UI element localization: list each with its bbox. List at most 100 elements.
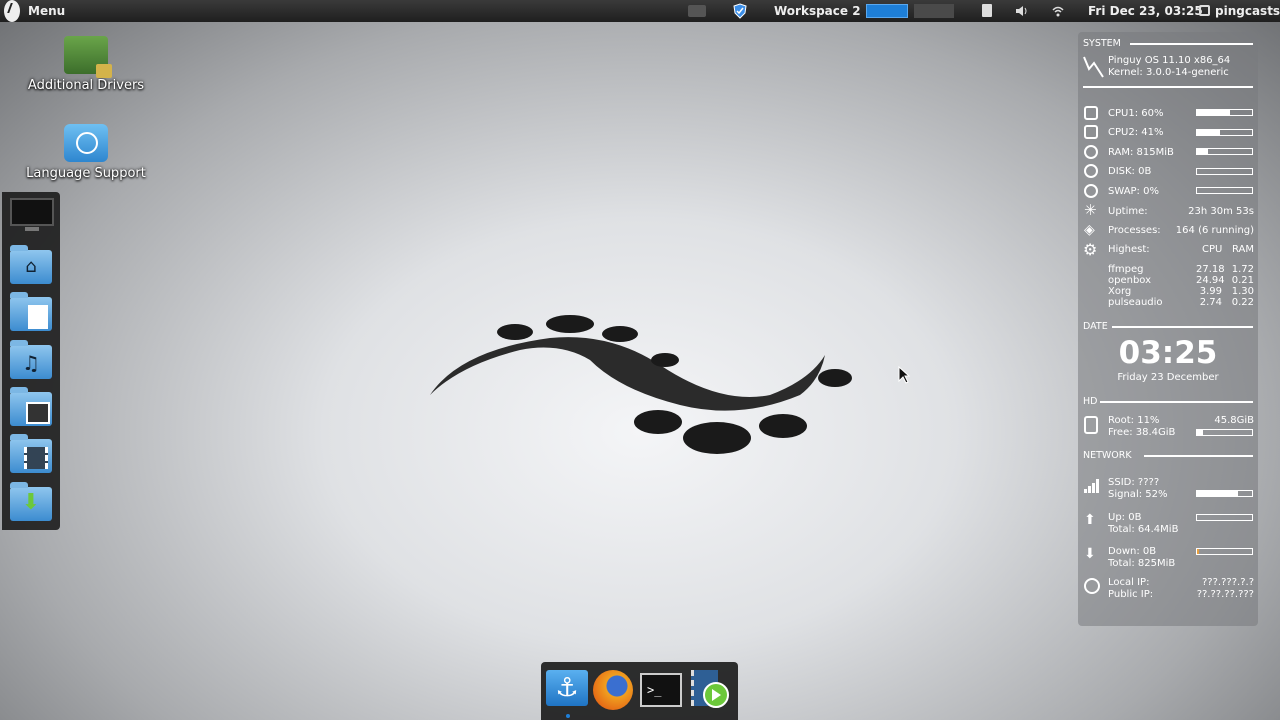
processes-label: Processes:: [1108, 225, 1161, 236]
divider: [1100, 401, 1253, 403]
public-ip-label: Public IP:: [1108, 589, 1154, 600]
media-player-icon[interactable]: [691, 670, 733, 710]
download-speed: Down: 0B: [1108, 546, 1157, 557]
username[interactable]: pingcasts: [1215, 0, 1280, 22]
process-ram: 1.30: [1231, 286, 1254, 297]
drivers-icon: [64, 36, 112, 78]
terminal-icon[interactable]: >_: [640, 670, 682, 710]
process-ram: 1.72: [1231, 264, 1254, 275]
wifi-icon[interactable]: [1051, 4, 1065, 18]
process-ram: 0.21: [1231, 275, 1254, 286]
process-cpu: 2.74: [1199, 297, 1222, 308]
system-graph-icon: [1083, 56, 1104, 78]
desktop-icon-additional-drivers[interactable]: Additional Drivers: [26, 36, 146, 93]
mouse-cursor: [898, 366, 910, 384]
hd-root-label: Root: 11%: [1108, 415, 1160, 426]
upload-bar: [1196, 514, 1253, 521]
kernel-version: Kernel: 3.0.0-14-generic: [1108, 67, 1229, 78]
divider: [1083, 86, 1253, 88]
uptime-icon: ✳: [1084, 201, 1097, 219]
workspace-other-switch[interactable]: [914, 4, 954, 18]
processes-value: 164 (6 running): [1175, 225, 1254, 236]
ram-icon: [1084, 145, 1098, 159]
chat-icon[interactable]: [1199, 5, 1210, 16]
cpu1-label: CPU1: 60%: [1108, 108, 1164, 119]
uptime-value: 23h 30m 53s: [1188, 206, 1254, 217]
shield-icon[interactable]: [732, 3, 748, 19]
process-ram: 0.22: [1231, 297, 1254, 308]
clipboard-icon[interactable]: [982, 4, 992, 17]
section-system-header: SYSTEM: [1083, 38, 1121, 49]
hard-drive-icon: [1084, 416, 1098, 434]
swap-bar: [1196, 187, 1253, 194]
menu-logo-icon[interactable]: [4, 0, 20, 22]
upload-speed: Up: 0B: [1108, 512, 1142, 523]
signal-bar: [1196, 490, 1253, 497]
highest-ram-header: RAM: [1231, 244, 1254, 255]
local-ip-label: Local IP:: [1108, 577, 1150, 588]
conky-panel: SYSTEM Pinguy OS 11.10 x86_64 Kernel: 3.…: [1078, 32, 1258, 626]
section-network-header: NETWORK: [1083, 450, 1132, 461]
divider: [1130, 43, 1253, 45]
hd-bar: [1196, 429, 1253, 436]
process-name: Xorg: [1108, 286, 1132, 297]
desktop-icon-language-support[interactable]: Language Support: [26, 124, 146, 181]
desktop-icon-label: Additional Drivers: [27, 78, 145, 93]
cpu2-label: CPU2: 41%: [1108, 127, 1164, 138]
process-name: openbox: [1108, 275, 1152, 286]
highest-label: Highest:: [1108, 244, 1150, 255]
volume-icon[interactable]: [1015, 4, 1029, 18]
uptime-label: Uptime:: [1108, 206, 1148, 217]
swap-icon: [1084, 184, 1098, 198]
music-folder-icon[interactable]: ♫: [10, 340, 54, 379]
download-bar: [1196, 548, 1253, 555]
ram-bar: [1196, 148, 1253, 155]
disk-icon: [1084, 164, 1098, 178]
ram-label: RAM: 815MiB: [1108, 147, 1174, 158]
section-date-header: DATE: [1083, 321, 1108, 332]
divider: [1112, 326, 1253, 328]
swap-label: SWAP: 0%: [1108, 186, 1159, 197]
documents-folder-icon[interactable]: [10, 292, 54, 331]
cpu1-icon: [1084, 106, 1098, 120]
process-cpu: 27.18: [1196, 264, 1225, 275]
gears-icon: ⚙: [1083, 240, 1098, 259]
bottom-dock: ⚓ >_: [541, 662, 738, 720]
section-hd-header: HD: [1083, 396, 1098, 407]
monitor-icon[interactable]: [10, 198, 54, 236]
wallpaper-logo: [430, 315, 852, 454]
workspace-label[interactable]: Workspace 2: [774, 0, 861, 22]
clock-time: 03:25: [1118, 335, 1218, 371]
signal-icon: [1084, 479, 1099, 493]
clock-date: Friday 23 December: [1117, 372, 1219, 383]
home-folder-icon[interactable]: ⌂: [10, 245, 54, 284]
public-ip: ??.??.??.???: [1196, 589, 1254, 600]
local-ip: ???.???.?.?: [1202, 577, 1254, 588]
top-panel: Menu Workspace 2 Fri Dec 23, 03:25 pingc…: [0, 0, 1280, 22]
firefox-icon[interactable]: [593, 670, 635, 710]
download-total: Total: 825MiB: [1108, 558, 1176, 569]
videos-folder-icon[interactable]: [10, 434, 54, 473]
downloads-folder-icon[interactable]: ⬇: [10, 482, 54, 521]
running-indicator: [566, 714, 570, 718]
cpu2-bar: [1196, 129, 1253, 136]
divider: [1144, 455, 1253, 457]
trash-icon[interactable]: [688, 5, 706, 17]
process-name: pulseaudio: [1108, 297, 1163, 308]
disk-bar: [1196, 168, 1253, 175]
workspace-2-switch[interactable]: [866, 4, 908, 18]
desktop-icon-label: Language Support: [26, 166, 146, 181]
upload-total: Total: 64.4MiB: [1108, 524, 1179, 535]
signal: Signal: 52%: [1108, 489, 1168, 500]
pictures-folder-icon[interactable]: [10, 387, 54, 426]
upload-arrow-icon: ⬆: [1084, 512, 1096, 528]
globe-icon: [1084, 578, 1100, 594]
menu-button[interactable]: Menu: [28, 0, 65, 22]
cpu1-bar: [1196, 109, 1253, 116]
anchor-icon[interactable]: ⚓: [546, 670, 588, 710]
processes-icon: ◈: [1084, 222, 1095, 238]
datetime[interactable]: Fri Dec 23, 03:25: [1088, 0, 1203, 22]
hd-free-label: Free: 38.4GiB: [1108, 427, 1176, 438]
os-name: Pinguy OS 11.10 x86_64: [1108, 55, 1231, 66]
process-name: ffmpeg: [1108, 264, 1144, 275]
